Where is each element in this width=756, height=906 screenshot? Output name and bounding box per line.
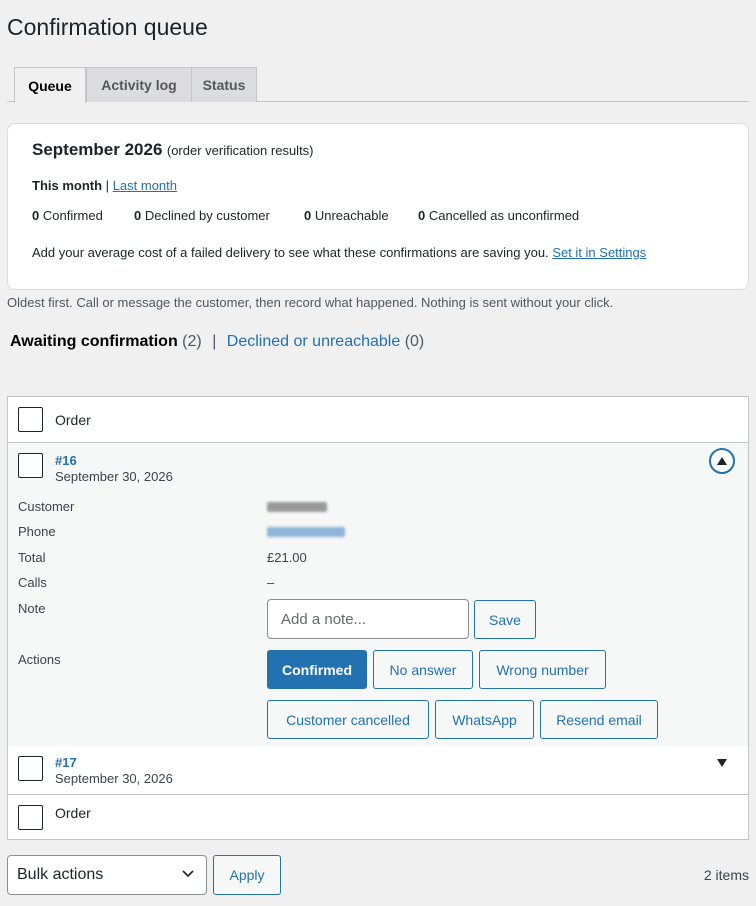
- view-awaiting-count: (2): [182, 333, 202, 350]
- expand-row-button[interactable]: [716, 757, 728, 769]
- stat-label: Confirmed: [42, 208, 103, 223]
- view-awaiting[interactable]: Awaiting confirmation: [10, 333, 178, 350]
- resend-email-button[interactable]: Resend email: [540, 700, 658, 739]
- save-note-button[interactable]: Save: [474, 600, 536, 639]
- orders-table: Order #16 September 30, 2026 Customer Ph…: [7, 396, 749, 840]
- row-checkbox[interactable]: [18, 756, 43, 781]
- stat-confirmed: 0 Confirmed: [32, 208, 103, 223]
- help-text: Oldest first. Call or message the custom…: [7, 295, 614, 310]
- order-date: September 30, 2026: [55, 771, 173, 786]
- apply-button[interactable]: Apply: [213, 855, 281, 895]
- stat-label: Unreachable: [314, 208, 389, 223]
- whatsapp-button[interactable]: WhatsApp: [435, 700, 534, 739]
- month-toggle: This month | Last month: [32, 178, 177, 193]
- total-value: £21.00: [267, 550, 307, 565]
- stat-declined: 0 Declined by customer: [134, 208, 270, 223]
- summary-month: September 2026: [32, 140, 163, 159]
- column-footer-order: Order: [55, 805, 91, 821]
- select-all-checkbox-footer[interactable]: [18, 805, 43, 830]
- customer-cancelled-button[interactable]: Customer cancelled: [267, 700, 429, 739]
- stat-count: 0: [304, 208, 312, 223]
- phone-redacted[interactable]: [267, 527, 345, 537]
- calls-value: –: [267, 575, 275, 590]
- stat-cancelled: 0 Cancelled as unconfirmed: [418, 208, 579, 223]
- chevron-down-icon: [182, 870, 194, 878]
- stat-count: 0: [418, 208, 426, 223]
- view-declined[interactable]: Declined or unreachable: [227, 333, 400, 350]
- triangle-down-icon: [717, 759, 727, 767]
- summary-title: September 2026 (order verification resul…: [32, 140, 314, 160]
- stat-label: Cancelled as unconfirmed: [428, 208, 580, 223]
- note-label: Note: [18, 601, 46, 616]
- total-label: Total: [18, 550, 46, 565]
- note-input[interactable]: [267, 599, 469, 639]
- no-answer-button[interactable]: No answer: [373, 650, 473, 689]
- page-title: Confirmation queue: [7, 14, 208, 40]
- view-separator: |: [212, 333, 217, 350]
- calls-label: Calls: [18, 575, 47, 590]
- bulk-actions-select[interactable]: Bulk actions: [7, 855, 207, 895]
- items-count: 2 items: [703, 867, 749, 883]
- wrong-number-button[interactable]: Wrong number: [479, 650, 606, 689]
- stat-label: Declined by customer: [144, 208, 270, 223]
- last-month-link[interactable]: Last month: [113, 178, 177, 193]
- order-link[interactable]: #16: [55, 453, 77, 468]
- bulk-actions-value: Bulk actions: [17, 866, 104, 883]
- tab-activity-log[interactable]: Activity log: [86, 67, 192, 102]
- this-month-label: This month: [32, 178, 103, 193]
- row-checkbox[interactable]: [18, 453, 43, 478]
- settings-link[interactable]: Set it in Settings: [552, 245, 646, 260]
- table-row: #16 September 30, 2026 Customer Phone To…: [8, 442, 748, 746]
- view-declined-count: (0): [404, 333, 425, 350]
- summary-card: September 2026 (order verification resul…: [7, 123, 749, 290]
- collapse-row-button[interactable]: [709, 448, 735, 474]
- tab-status[interactable]: Status: [191, 67, 257, 102]
- order-date: September 30, 2026: [55, 469, 173, 484]
- phone-label: Phone: [18, 524, 56, 539]
- triangle-up-icon: [717, 457, 727, 465]
- tab-queue[interactable]: Queue: [14, 67, 86, 103]
- column-header-order: Order: [55, 412, 91, 428]
- confirmed-button[interactable]: Confirmed: [267, 650, 367, 689]
- stat-unreachable: 0 Unreachable: [304, 208, 389, 223]
- customer-label: Customer: [18, 499, 75, 514]
- view-filters: Awaiting confirmation (2) | Declined or …: [10, 333, 424, 351]
- cost-line: Add your average cost of a failed delive…: [32, 245, 646, 260]
- order-link[interactable]: #17: [55, 755, 77, 770]
- stat-count: 0: [134, 208, 142, 223]
- cost-text: Add your average cost of a failed delive…: [32, 245, 549, 260]
- actions-label: Actions: [18, 652, 61, 667]
- customer-name-redacted: [267, 502, 327, 512]
- tab-bar: Queue Activity log Status: [7, 67, 749, 103]
- month-divider: |: [105, 178, 110, 193]
- table-footer: Order: [8, 794, 748, 840]
- summary-subtitle: (order verification results): [166, 143, 314, 158]
- stat-count: 0: [32, 208, 40, 223]
- select-all-checkbox[interactable]: [18, 407, 43, 432]
